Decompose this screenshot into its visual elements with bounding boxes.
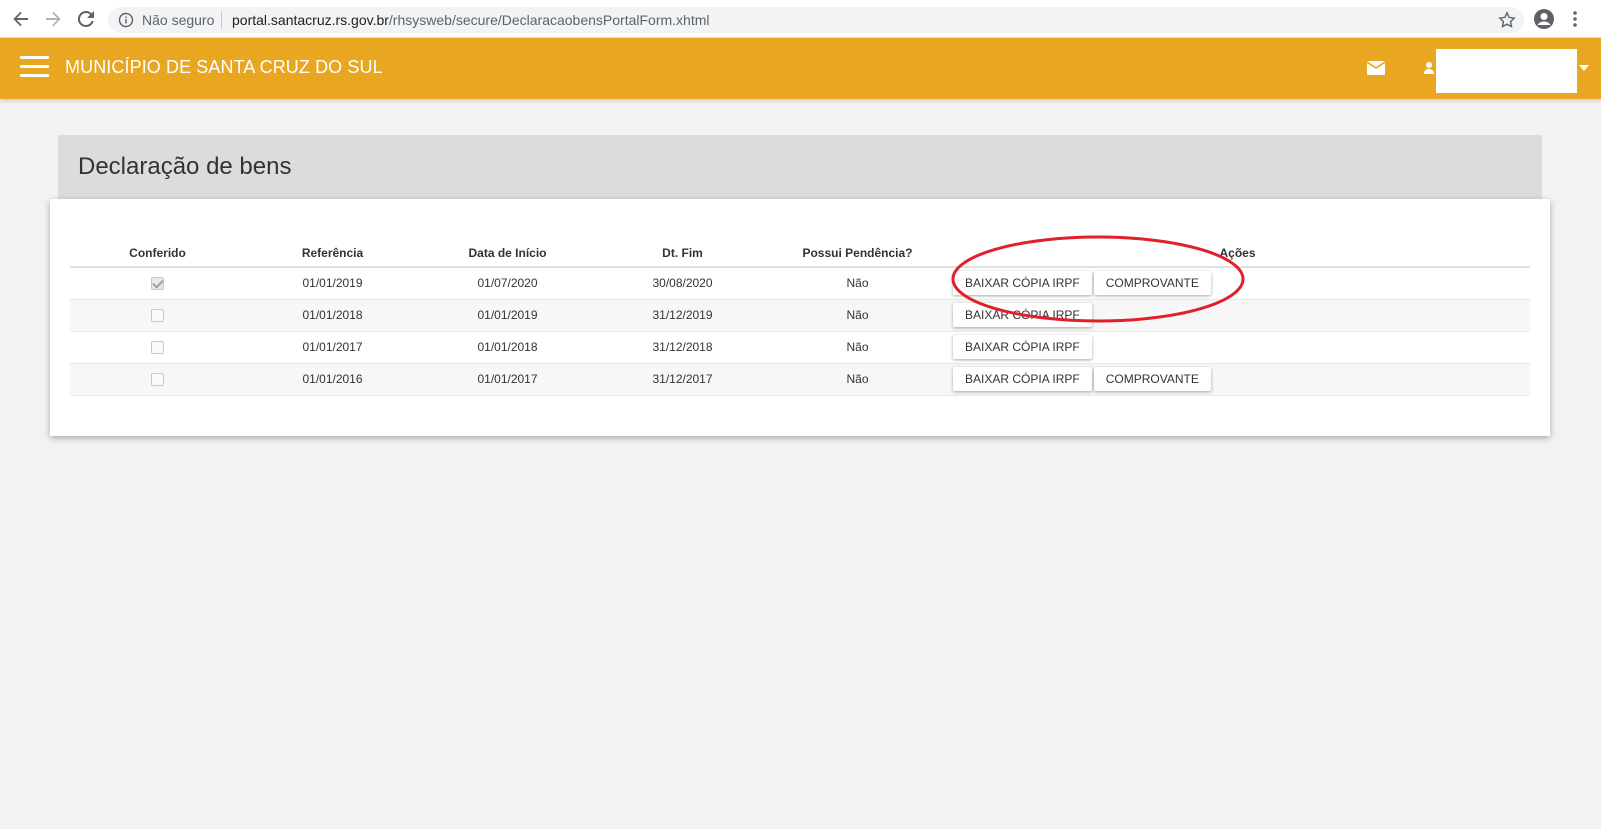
more-options-icon[interactable] [1570,8,1580,30]
actions-cell: BAIXAR CÓPIA IRPF COMPROVANTE [945,267,1530,300]
actions-cell: BAIXAR CÓPIA IRPF [945,331,1530,364]
baixar-copia-irpf-button[interactable]: BAIXAR CÓPIA IRPF [953,303,1092,327]
address-bar[interactable]: Não seguro portal.santacruz.rs.gov.br/rh… [108,7,1524,33]
app-header: MUNICÍPIO DE SANTA CRUZ DO SUL [0,38,1601,99]
declaracoes-table: Conferido Referência Data de Início Dt. … [70,239,1530,396]
actions-cell: BAIXAR CÓPIA IRPF COMPROVANTE [945,363,1530,396]
back-arrow-icon [13,11,28,27]
url-text[interactable]: portal.santacruz.rs.gov.br/rhsysweb/secu… [232,12,710,28]
baixar-copia-irpf-button[interactable]: BAIXAR CÓPIA IRPF [953,335,1092,359]
table-row: 01/01/2018 01/01/2019 31/12/2019 Não BAI… [70,299,1530,332]
dt-fim-cell: 31/12/2018 [595,331,770,364]
user-icon [1424,62,1434,74]
comprovante-button[interactable]: COMPROVANTE [1093,271,1211,296]
dt-fim-cell: 31/12/2017 [595,363,770,396]
pendencia-cell: Não [770,331,945,364]
back-button[interactable] [10,8,32,30]
dt-fim-cell: 31/12/2019 [595,299,770,332]
data-inicio-cell: 01/01/2017 [420,363,595,396]
forward-arrow-icon [46,11,61,27]
browser-toolbar: Não seguro portal.santacruz.rs.gov.br/rh… [0,0,1601,38]
dt-fim-cell: 30/08/2020 [595,267,770,300]
page-title: Declaração de bens [78,153,292,180]
app-title: MUNICÍPIO DE SANTA CRUZ DO SUL [65,57,383,77]
referencia-cell: 01/01/2018 [245,299,420,332]
url-domain: portal.santacruz.rs.gov.br [232,12,389,28]
actions-cell: BAIXAR CÓPIA IRPF [945,299,1530,332]
pendencia-cell: Não [770,363,945,396]
column-header-acoes: Ações [945,239,1530,268]
divider [221,11,222,29]
mail-icon[interactable] [1367,61,1385,75]
baixar-copia-irpf-button[interactable]: BAIXAR CÓPIA IRPF [953,367,1092,391]
reload-icon [77,10,94,27]
referencia-cell: 01/01/2019 [245,267,420,300]
comprovante-button[interactable]: COMPROVANTE [1093,367,1211,391]
table-row: 01/01/2019 01/07/2020 30/08/2020 Não BAI… [70,267,1530,300]
forward-button[interactable] [42,8,64,30]
table-row: 01/01/2017 01/01/2018 31/12/2018 Não BAI… [70,331,1530,364]
data-inicio-cell: 01/07/2020 [420,267,595,300]
conferido-checkbox [151,277,164,291]
declaracoes-card: Conferido Referência Data de Início Dt. … [50,199,1550,436]
column-header-pendencia: Possui Pendência? [770,239,945,268]
conferido-checkbox [151,309,164,323]
panel-header: Declaração de bens [58,135,1542,199]
profile-icon[interactable] [1533,8,1555,30]
referencia-cell: 01/01/2017 [245,331,420,364]
column-header-referencia: Referência [245,239,420,268]
url-path: /rhsysweb/secure/DeclaracaobensPortalFor… [388,12,710,28]
pendencia-cell: Não [770,267,945,300]
data-inicio-cell: 01/01/2019 [420,299,595,332]
not-secure-label: Não seguro [142,12,215,28]
hamburger-menu-icon[interactable] [20,56,49,78]
user-name-box[interactable] [1436,49,1577,93]
chevron-down-icon[interactable] [1579,65,1589,71]
info-icon[interactable] [118,12,134,28]
referencia-cell: 01/01/2016 [245,363,420,396]
bookmark-star-icon[interactable] [1498,11,1516,29]
column-header-dt-fim: Dt. Fim [595,239,770,268]
table-row: 01/01/2016 01/01/2017 31/12/2017 Não BAI… [70,363,1530,396]
column-header-data-inicio: Data de Início [420,239,595,268]
conferido-checkbox [151,373,164,387]
pendencia-cell: Não [770,299,945,332]
data-inicio-cell: 01/01/2018 [420,331,595,364]
column-header-conferido: Conferido [70,239,245,268]
reload-button[interactable] [75,8,97,30]
table-header-row: Conferido Referência Data de Início Dt. … [70,239,1530,268]
conferido-checkbox [151,341,164,355]
baixar-copia-irpf-button[interactable]: BAIXAR CÓPIA IRPF [953,271,1092,296]
